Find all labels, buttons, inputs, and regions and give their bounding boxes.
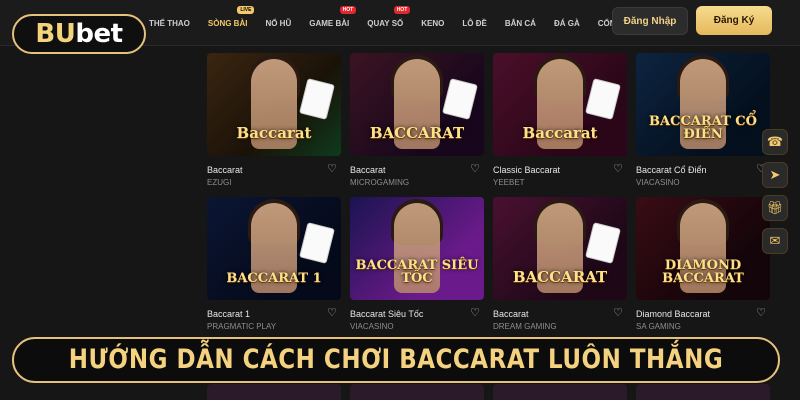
game-thumbnail[interactable]: BACCARAT CỔ ĐIỂN [636, 53, 770, 156]
game-provider: PRAGMATIC PLAY [207, 322, 277, 331]
game-name: Baccarat Siêu Tốc [350, 308, 424, 319]
game-card[interactable]: Baccarat Classic Baccarat ♡ YEEBET [493, 53, 627, 187]
game-provider: DREAM GAMING [493, 322, 557, 331]
game-name: Diamond Baccarat [636, 308, 711, 319]
page: THỂ THAO SÒNG BÀI LIVE NỔ HŨ GAME BÀI HOT … [0, 0, 800, 400]
thumb-title: BACCARAT 1 [226, 271, 322, 287]
game-name: Classic Baccarat [493, 164, 561, 175]
gift-icon[interactable]: 🎁︎ [762, 195, 788, 221]
game-name: Baccarat [493, 308, 529, 319]
game-thumbnail[interactable]: BACCARAT SIÊU TỐC [350, 197, 484, 300]
game-thumbnail[interactable]: BACCARAT [493, 197, 627, 300]
nav-label: SÒNG BÀI [207, 18, 248, 28]
favorite-heart-icon[interactable]: ♡ [613, 164, 623, 175]
game-thumbnail[interactable]: DIAMOND BACCARAT [636, 197, 770, 300]
game-provider: SA GAMING [636, 322, 681, 331]
game-thumbnail[interactable] [493, 384, 627, 400]
logo-letter: B [35, 19, 55, 49]
game-provider: YEEBET [493, 178, 525, 187]
game-card[interactable]: BACCARAT Baccarat ♡ DREAM GAMING [493, 197, 627, 331]
nav-item-the-thao[interactable]: THỂ THAO [140, 0, 199, 46]
nav-item-no-hu[interactable]: NỔ HŨ [256, 0, 300, 46]
playing-cards-icon [585, 78, 621, 120]
nav-item-quay-so[interactable]: QUAY SỐ HOT [358, 0, 412, 46]
game-name: Baccarat 1 [207, 308, 251, 319]
game-thumbnail[interactable] [350, 384, 484, 400]
playing-cards-icon [299, 78, 335, 120]
game-card[interactable]: BACCARAT CỔ ĐIỂN Baccarat Cổ Điển♡ VIACA… [636, 53, 770, 187]
game-thumbnail[interactable]: Baccarat [207, 53, 341, 156]
game-provider: VIACASINO [350, 322, 394, 331]
thumb-title: DIAMOND BACCARAT [662, 257, 744, 287]
floating-contact-bar: ☎ ➤ 🎁︎ ✉ [762, 129, 788, 254]
nav-item-keno[interactable]: KENO [412, 0, 453, 46]
hot-badge: HOT [393, 6, 411, 14]
game-thumbnail[interactable]: Baccarat [493, 53, 627, 156]
playing-cards-icon [442, 78, 478, 120]
favorite-heart-icon[interactable]: ♡ [327, 308, 337, 319]
game-card[interactable]: Baccarat Baccarat ♡ EZUGI [207, 53, 341, 187]
nav-item-ban-ca[interactable]: BẮN CÁ [496, 0, 545, 46]
game-name: Baccarat Cổ Điển [636, 164, 707, 175]
playing-cards-icon [585, 222, 621, 264]
thumb-title: BACCARAT CỔ ĐIỂN [649, 113, 757, 143]
favorite-heart-icon[interactable]: ♡ [470, 164, 480, 175]
live-badge: LIVE [237, 6, 255, 14]
hot-badge: HOT [339, 6, 357, 14]
thumb-title: Baccarat [522, 124, 598, 143]
bubet-logo[interactable]: BUbet [12, 14, 146, 54]
favorite-heart-icon[interactable]: ♡ [756, 308, 766, 319]
nav-item-song-bai[interactable]: SÒNG BÀI LIVE [199, 0, 257, 46]
thumb-title: BACCARAT [369, 124, 465, 143]
next-row-thumbnails [207, 384, 772, 400]
logo-wordmark: BUbet [35, 19, 123, 49]
nav-label: ĐÁ GÀ [553, 18, 580, 28]
game-provider: MICROGAMING [350, 178, 410, 187]
nav-label: KENO [421, 18, 445, 28]
favorite-heart-icon[interactable]: ♡ [470, 308, 480, 319]
nav-label: NỔ HŨ [265, 18, 292, 28]
game-provider: EZUGI [207, 178, 232, 187]
banner-title: HƯỚNG DẪN CÁCH CHƠI BACCARAT LUÔN THẮNG [68, 345, 724, 375]
register-button[interactable]: Đăng Ký [696, 6, 772, 35]
game-thumbnail[interactable]: BACCARAT [350, 53, 484, 156]
game-name: Baccarat [350, 164, 386, 175]
game-thumbnail[interactable] [636, 384, 770, 400]
favorite-heart-icon[interactable]: ♡ [327, 164, 337, 175]
game-thumbnail[interactable]: BACCARAT 1 [207, 197, 341, 300]
nav-item-lo-de[interactable]: LÔ ĐỀ [453, 0, 495, 46]
game-name: Baccarat [207, 164, 243, 175]
thumb-title: BACCARAT SIÊU TỐC [355, 257, 479, 287]
game-thumbnail[interactable] [207, 384, 341, 400]
game-card[interactable]: BACCARAT 1 Baccarat 1 ♡ PRAGMATIC PLAY [207, 197, 341, 331]
login-button[interactable]: Đăng Nhập [612, 7, 688, 35]
logo-letter: bet [75, 19, 123, 49]
nav-label: LÔ ĐỀ [462, 18, 487, 28]
logo-letter: U [54, 19, 76, 49]
game-grid: Baccarat Baccarat ♡ EZUGI BACCARAT Baccar… [207, 53, 770, 331]
article-title-banner: HƯỚNG DẪN CÁCH CHƠI BACCARAT LUÔN THẮNG [12, 337, 780, 383]
game-card[interactable]: DIAMOND BACCARAT Diamond Baccarat ♡ SA GA… [636, 197, 770, 331]
nav-label: BẮN CÁ [504, 18, 536, 28]
nav-label: GAME BÀI [309, 18, 350, 28]
nav-label: QUAY SỐ [367, 18, 404, 28]
game-card[interactable]: BACCARAT Baccarat ♡ MICROGAMING [350, 53, 484, 187]
thumb-title: Baccarat [236, 124, 312, 143]
game-provider: VIACASINO [636, 178, 680, 187]
main-nav: THỂ THAO SÒNG BÀI LIVE NỔ HŨ GAME BÀI HOT … [140, 0, 657, 46]
nav-label: THỂ THAO [149, 18, 190, 28]
nav-item-game-bai[interactable]: GAME BÀI HOT [300, 0, 358, 46]
favorite-heart-icon[interactable]: ♡ [613, 308, 623, 319]
game-card[interactable]: BACCARAT SIÊU TỐC Baccarat Siêu Tốc ♡ VIA… [350, 197, 484, 331]
phone-icon[interactable]: ☎ [762, 129, 788, 155]
telegram-icon[interactable]: ➤ [762, 162, 788, 188]
thumb-title: BACCARAT [512, 268, 608, 287]
nav-item-da-ga[interactable]: ĐÁ GÀ [545, 0, 589, 46]
playing-cards-icon [299, 222, 335, 264]
messenger-icon[interactable]: ✉ [762, 228, 788, 254]
